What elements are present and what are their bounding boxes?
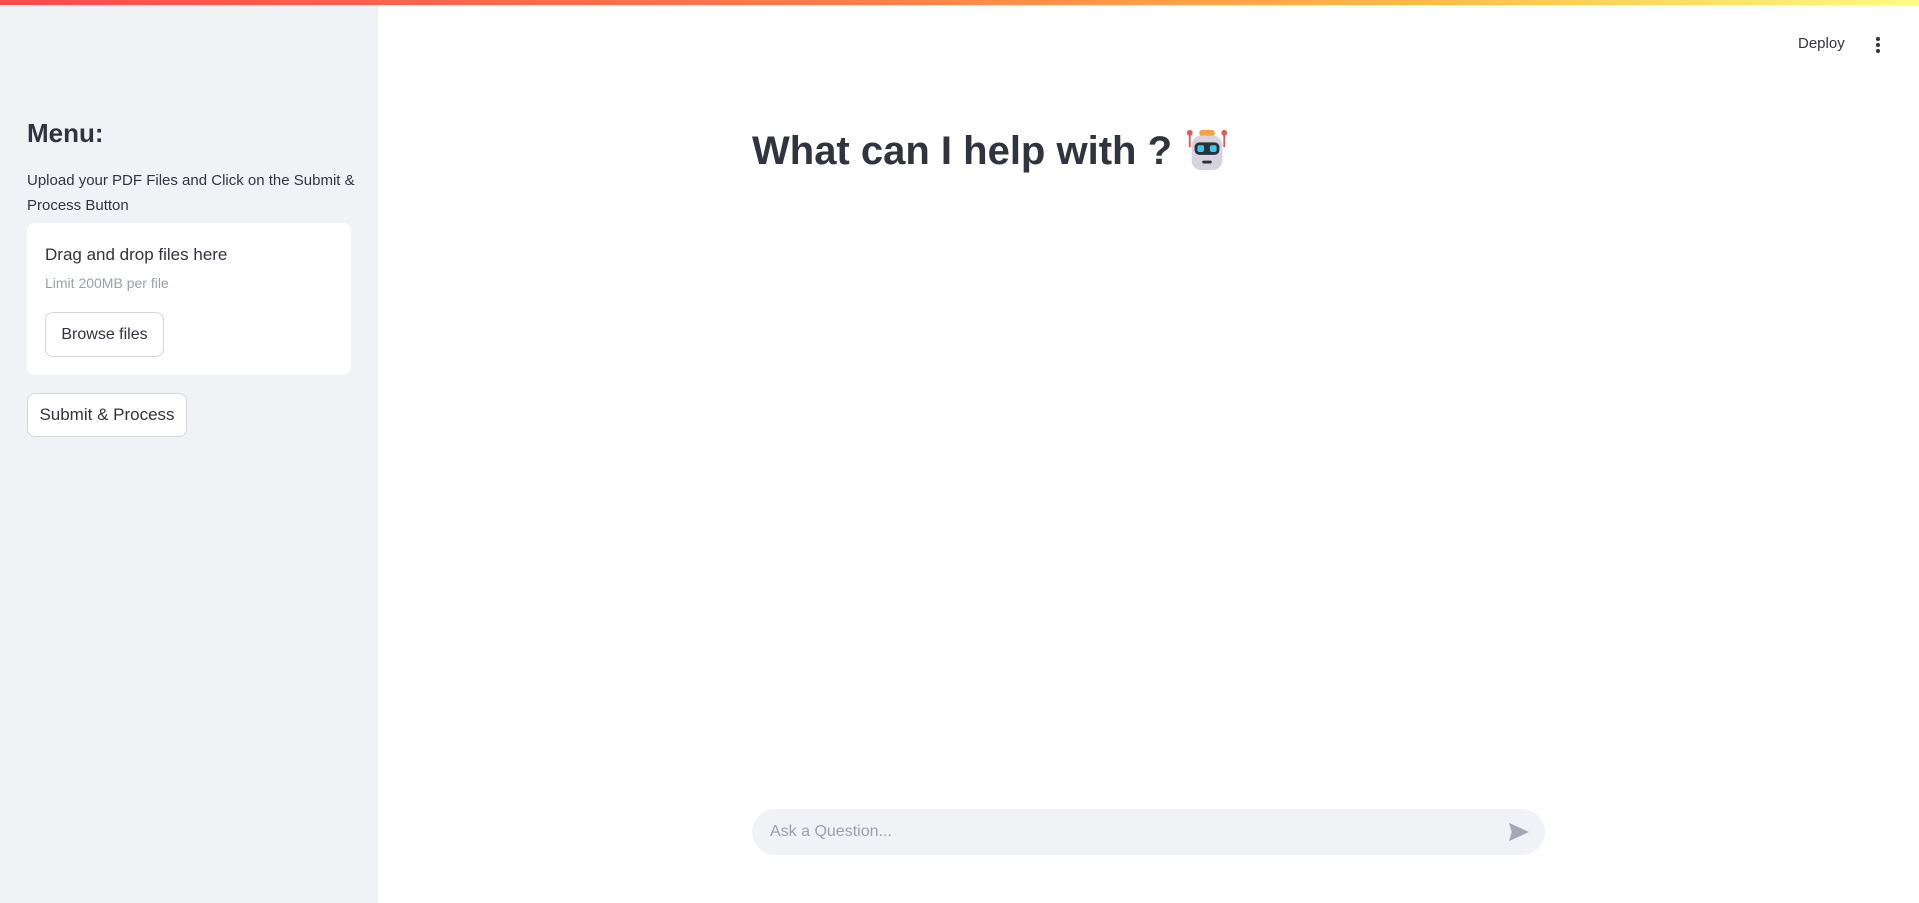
sidebar-description: Upload your PDF Files and Click on the S… (27, 172, 355, 214)
question-input[interactable] (770, 809, 1490, 855)
send-icon[interactable] (1508, 822, 1530, 842)
dropzone-limit: Limit 200MB per file (45, 275, 169, 291)
robot-icon (1186, 129, 1228, 171)
file-dropzone[interactable]: Drag and drop files here Limit 200MB per… (27, 223, 351, 375)
kebab-dot (1876, 43, 1880, 47)
sidebar: Menu: Upload your PDF Files and Click on… (0, 0, 378, 903)
top-decoration-bar (0, 0, 1919, 5)
kebab-menu-icon[interactable] (1872, 35, 1884, 55)
dropzone-title: Drag and drop files here (45, 245, 228, 264)
kebab-dot (1876, 37, 1880, 41)
page-heading: What can I help with ? (752, 128, 1230, 174)
sidebar-title: Menu: (27, 118, 104, 148)
page-heading-text: What can I help with ? (752, 128, 1172, 173)
kebab-dot (1876, 49, 1880, 53)
browse-files-button[interactable]: Browse files (45, 312, 164, 357)
deploy-button[interactable]: Deploy (1798, 35, 1845, 52)
submit-process-button[interactable]: Submit & Process (27, 393, 187, 437)
chat-input-bar (752, 809, 1545, 855)
